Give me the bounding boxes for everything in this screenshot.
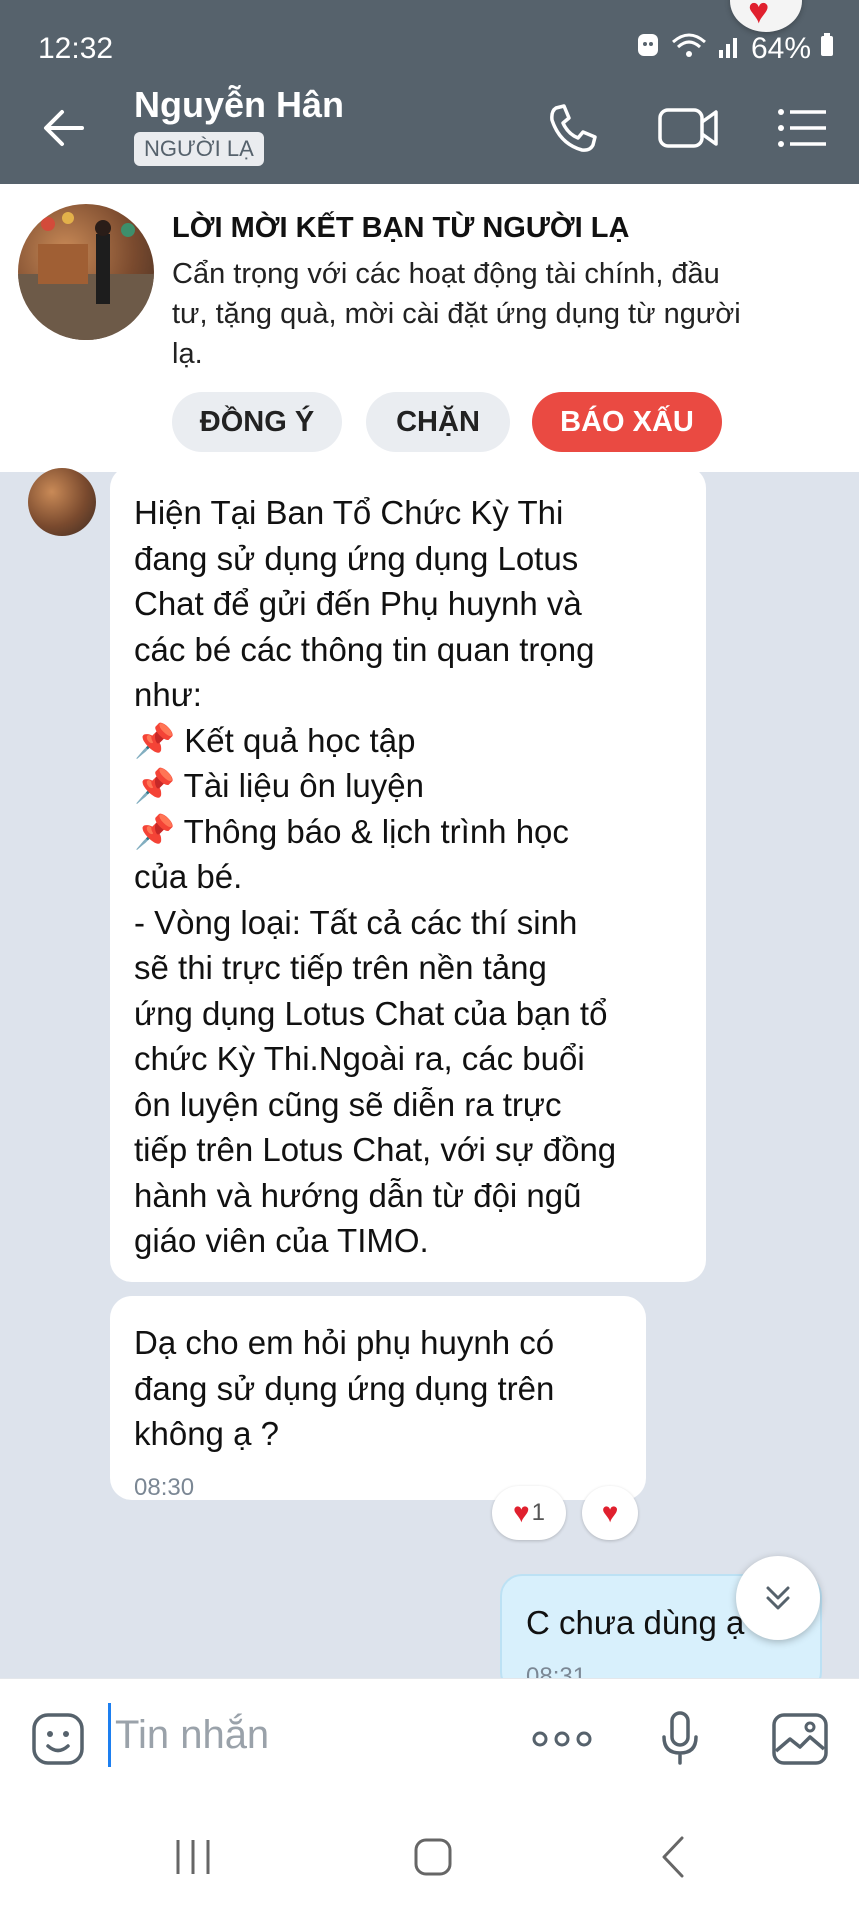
chat-header: Nguyễn Hân NGƯỜI LẠ (0, 70, 859, 184)
back-icon[interactable] (650, 1832, 700, 1882)
message-line: sẽ thi trực tiếp trên nền tảng (134, 949, 547, 986)
wifi-icon (669, 30, 709, 68)
scroll-to-bottom-button[interactable] (736, 1556, 820, 1640)
reaction-count: 1 (531, 1499, 545, 1526)
stranger-badge: NGƯỜI LẠ (134, 132, 264, 166)
heart-icon: ♥ (601, 1497, 619, 1528)
battery-level: 64% (750, 32, 811, 65)
warning-line: lạ. (172, 338, 203, 370)
warning-title: LỜI MỜI KẾT BẠN TỪ NGƯỜI LẠ (172, 212, 630, 244)
message-line: Chat để gửi đến Phụ huynh và (134, 585, 582, 622)
message-line: Hiện Tại Ban Tổ Chức Kỳ Thi (134, 494, 564, 531)
message-line: chức Kỳ Thi.Ngoài ra, các buổi (134, 1040, 585, 1077)
message-composer (0, 1678, 859, 1798)
message-line: đang sử dụng ứng dụng trên (134, 1369, 555, 1407)
message-line: tiếp trên Lotus Chat, với sự đồng (134, 1131, 617, 1168)
message-bubble[interactable]: Dạ cho em hỏi phụ huynh có đang sử dụng … (110, 1296, 646, 1501)
status-time: 12:32 (38, 32, 114, 65)
more-dots-icon[interactable] (530, 1709, 594, 1769)
system-navigation-bar (0, 1798, 859, 1908)
floating-heart-icon: ♥ (730, 0, 802, 32)
report-button[interactable]: BÁO XẤU (532, 392, 722, 452)
phone-icon[interactable] (542, 98, 602, 158)
contact-avatar-large[interactable] (18, 204, 154, 340)
battery-icon (819, 30, 835, 68)
video-camera-icon[interactable] (656, 98, 720, 158)
signal-icon (717, 30, 743, 68)
notification-icon (635, 30, 661, 68)
message-line: 📌 Kết quả học tập (134, 721, 416, 759)
message-line: giáo viên của TIMO. (134, 1222, 429, 1259)
message-line: các bé các thông tin quan trọng (134, 630, 595, 668)
message-line: 📌 Thông báo & lịch trình học (134, 812, 569, 850)
message-line: đang sử dụng ứng dụng Lotus (134, 539, 579, 577)
message-line: 📌 Tài liệu ôn luyện (134, 767, 424, 804)
warning-line: Cẩn trọng với các hoạt động tài chính, đ… (172, 258, 720, 290)
message-line: - Vòng loại: Tất cả các thí sinh (134, 903, 578, 941)
sender-avatar[interactable] (28, 468, 96, 536)
double-chevron-down-icon (766, 1586, 790, 1610)
warning-line: tư, tặng quà, mời cài đặt ứng dụng từ ng… (172, 298, 741, 330)
message-line: Dạ cho em hỏi phụ huynh có (134, 1324, 555, 1361)
recent-apps-icon[interactable] (168, 1832, 218, 1882)
back-arrow-icon[interactable] (38, 100, 94, 156)
message-line: không ạ ? (134, 1415, 279, 1452)
message-input[interactable] (108, 1703, 508, 1767)
stranger-warning-panel: LỜI MỜI KẾT BẠN TỪ NGƯỜI LẠ Cẩn trọng vớ… (0, 184, 859, 472)
message-line: của bé. (134, 858, 243, 895)
message-line: hành và hướng dẫn từ đội ngũ (134, 1176, 582, 1214)
warning-body: Cẩn trọng với các hoạt động tài chính, đ… (172, 254, 832, 374)
message-bubble[interactable]: Hiện Tại Ban Tổ Chức Kỳ Thi đang sử dụng… (110, 466, 706, 1282)
home-icon[interactable] (408, 1832, 458, 1882)
image-icon[interactable] (770, 1709, 830, 1769)
reaction-summary[interactable]: ♥ 1 (492, 1486, 566, 1540)
block-button[interactable]: CHẶN (366, 392, 510, 452)
contact-name[interactable]: Nguyễn Hân (134, 84, 344, 126)
react-heart-button[interactable]: ♥ (582, 1486, 638, 1540)
status-bar: 12:32 ♥ 64% (0, 0, 859, 70)
message-line: ứng dụng Lotus Chat của bạn tổ (134, 994, 608, 1032)
message-line: ôn luyện cũng sẽ diễn ra trực (134, 1085, 562, 1123)
microphone-icon[interactable] (650, 1709, 710, 1769)
menu-icon[interactable] (776, 98, 830, 158)
status-indicators: 64% (635, 30, 835, 68)
message-line: như: (134, 676, 202, 713)
heart-icon: ♥ (513, 1497, 530, 1528)
emoji-icon[interactable] (28, 1709, 88, 1769)
accept-button[interactable]: ĐỒNG Ý (172, 392, 342, 452)
